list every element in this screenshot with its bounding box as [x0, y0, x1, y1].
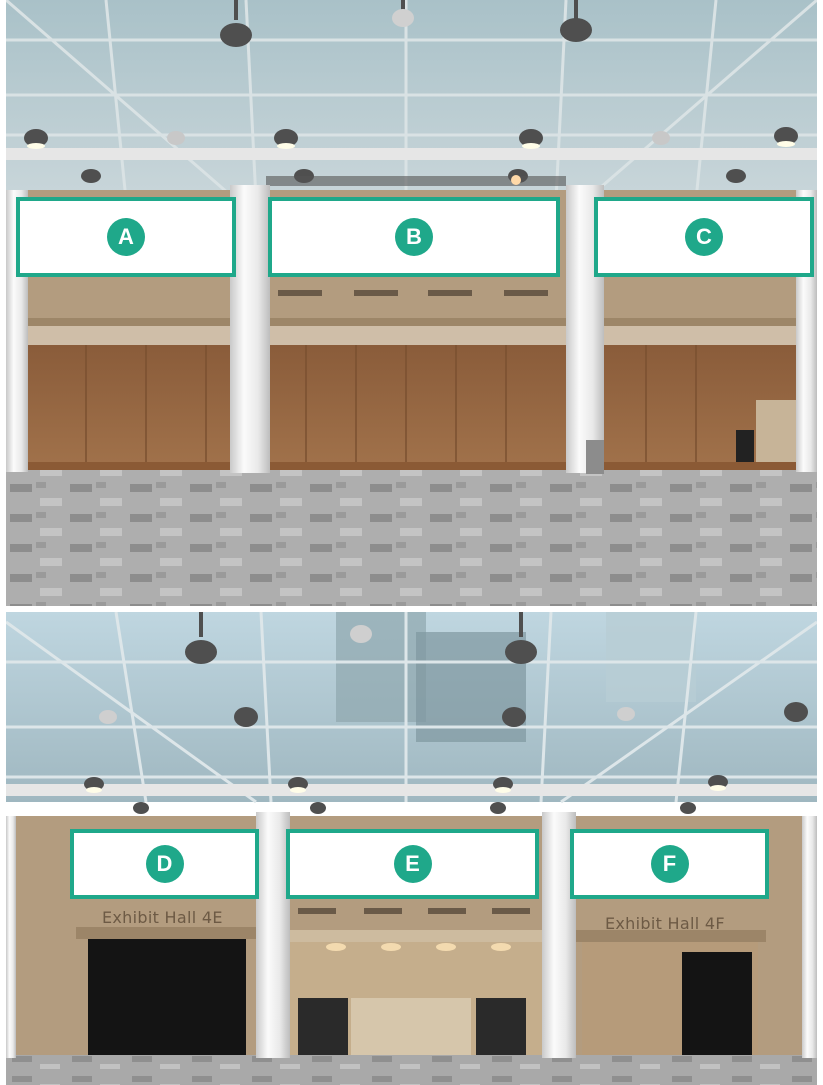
callout-badge-c: C [685, 218, 723, 256]
photo-top-exhibit-hall [6, 0, 817, 606]
hall-label-4e: Exhibit Hall 4E [102, 908, 223, 927]
callout-badge-f: F [650, 845, 689, 883]
callout-sign-b: B [268, 197, 560, 277]
callout-badge-e: E [393, 845, 432, 883]
callout-sign-c: C [594, 197, 814, 277]
callout-sign-e: E [286, 829, 539, 899]
hall-label-4f: Exhibit Hall 4F [605, 914, 725, 933]
callout-sign-f: F [570, 829, 769, 899]
callout-sign-d: D [70, 829, 259, 899]
callout-badge-a: A [107, 218, 145, 256]
callout-badge-b: B [395, 218, 433, 256]
photo-top-scene [6, 0, 817, 606]
callout-badge-d: D [145, 845, 184, 883]
callout-sign-a: A [16, 197, 236, 277]
